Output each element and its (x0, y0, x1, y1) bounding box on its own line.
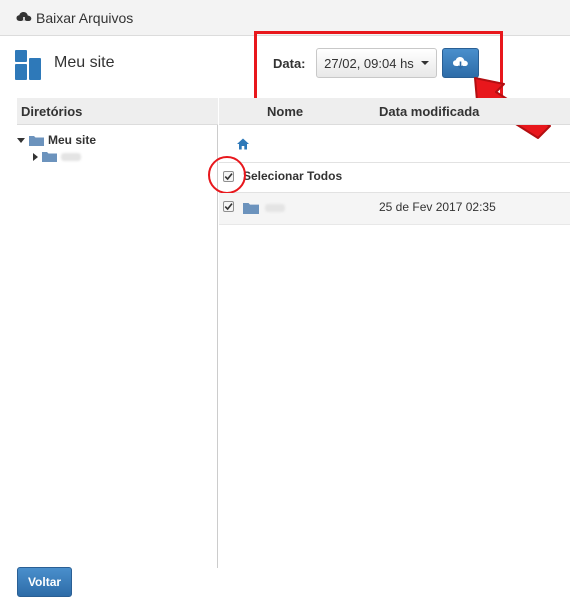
folder-icon (42, 152, 57, 162)
folder-icon (243, 203, 259, 214)
check-icon (224, 173, 233, 181)
directories-header: Diretórios (17, 98, 218, 125)
tree-node-child[interactable] (33, 151, 81, 162)
blurred-file-name (265, 204, 285, 212)
cloud-download-icon (453, 57, 468, 70)
folder-icon (29, 135, 44, 146)
check-icon (224, 203, 233, 211)
download-button[interactable] (442, 48, 479, 78)
date-label: Data: (273, 56, 306, 71)
date-dropdown[interactable]: 27/02, 09:04 hs (316, 48, 437, 78)
window-titlebar: Baixar Arquivos (0, 0, 570, 36)
expand-right-icon[interactable] (33, 152, 38, 161)
blurred-folder-name (61, 152, 81, 161)
table-row[interactable]: 25 de Fev 2017 02:35 (219, 193, 570, 225)
back-button[interactable]: Voltar (17, 567, 72, 597)
tree-node-root[interactable]: Meu site (17, 133, 96, 147)
select-all-row: Selecionar Todos (219, 163, 570, 193)
home-icon[interactable] (237, 138, 249, 150)
select-all-checkbox[interactable] (223, 171, 234, 182)
select-all-label[interactable]: Selecionar Todos (243, 169, 342, 183)
expand-down-icon[interactable] (17, 137, 25, 143)
site-name: Meu site (54, 54, 115, 71)
cloud-download-icon (16, 11, 32, 24)
tree-node-label: Meu site (48, 133, 97, 147)
column-name[interactable]: Nome (267, 104, 303, 119)
site-header: Meu site Data: 27/02, 09:04 hs (0, 36, 570, 98)
directory-tree: Meu site (17, 125, 218, 568)
date-dropdown-value: 27/02, 09:04 hs (324, 55, 414, 71)
home-row (219, 125, 570, 163)
column-modified[interactable]: Data modificada (379, 104, 479, 119)
row-checkbox[interactable] (223, 201, 234, 212)
site-logo-icon (15, 50, 41, 80)
window-title: Baixar Arquivos (36, 9, 134, 26)
caret-down-icon (420, 61, 429, 65)
file-modified-date: 25 de Fev 2017 02:35 (379, 200, 496, 214)
files-header: Nome Data modificada (219, 98, 570, 125)
